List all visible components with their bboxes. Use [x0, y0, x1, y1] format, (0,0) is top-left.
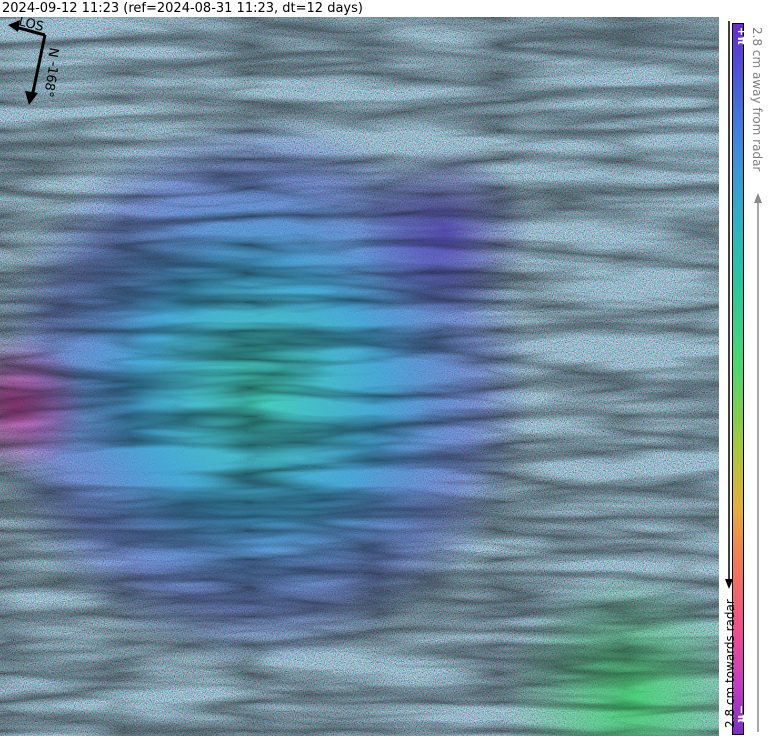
colorbar: +π −π 2.8 cm away from radar 2.8 cm towa… [722, 17, 769, 736]
plot-title: 2024-09-12 11:23 (ref=2024-08-31 11:23, … [2, 1, 363, 16]
away-label: 2.8 cm away from radar [750, 27, 764, 172]
los-label: LOS [17, 17, 45, 35]
towards-label: 2.8 cm towards radar [723, 599, 737, 728]
north-arrowhead [25, 91, 38, 105]
compass-rose: LOS N -168° [8, 17, 61, 105]
terrain-shading [0, 17, 719, 736]
north-label: N [44, 46, 60, 58]
heading-label: -168° [40, 60, 61, 98]
towards-arrowhead [725, 579, 733, 589]
interferogram-map: LOS N -168° [0, 17, 719, 736]
away-arrowhead [754, 193, 762, 203]
interferogram-image [0, 17, 719, 736]
